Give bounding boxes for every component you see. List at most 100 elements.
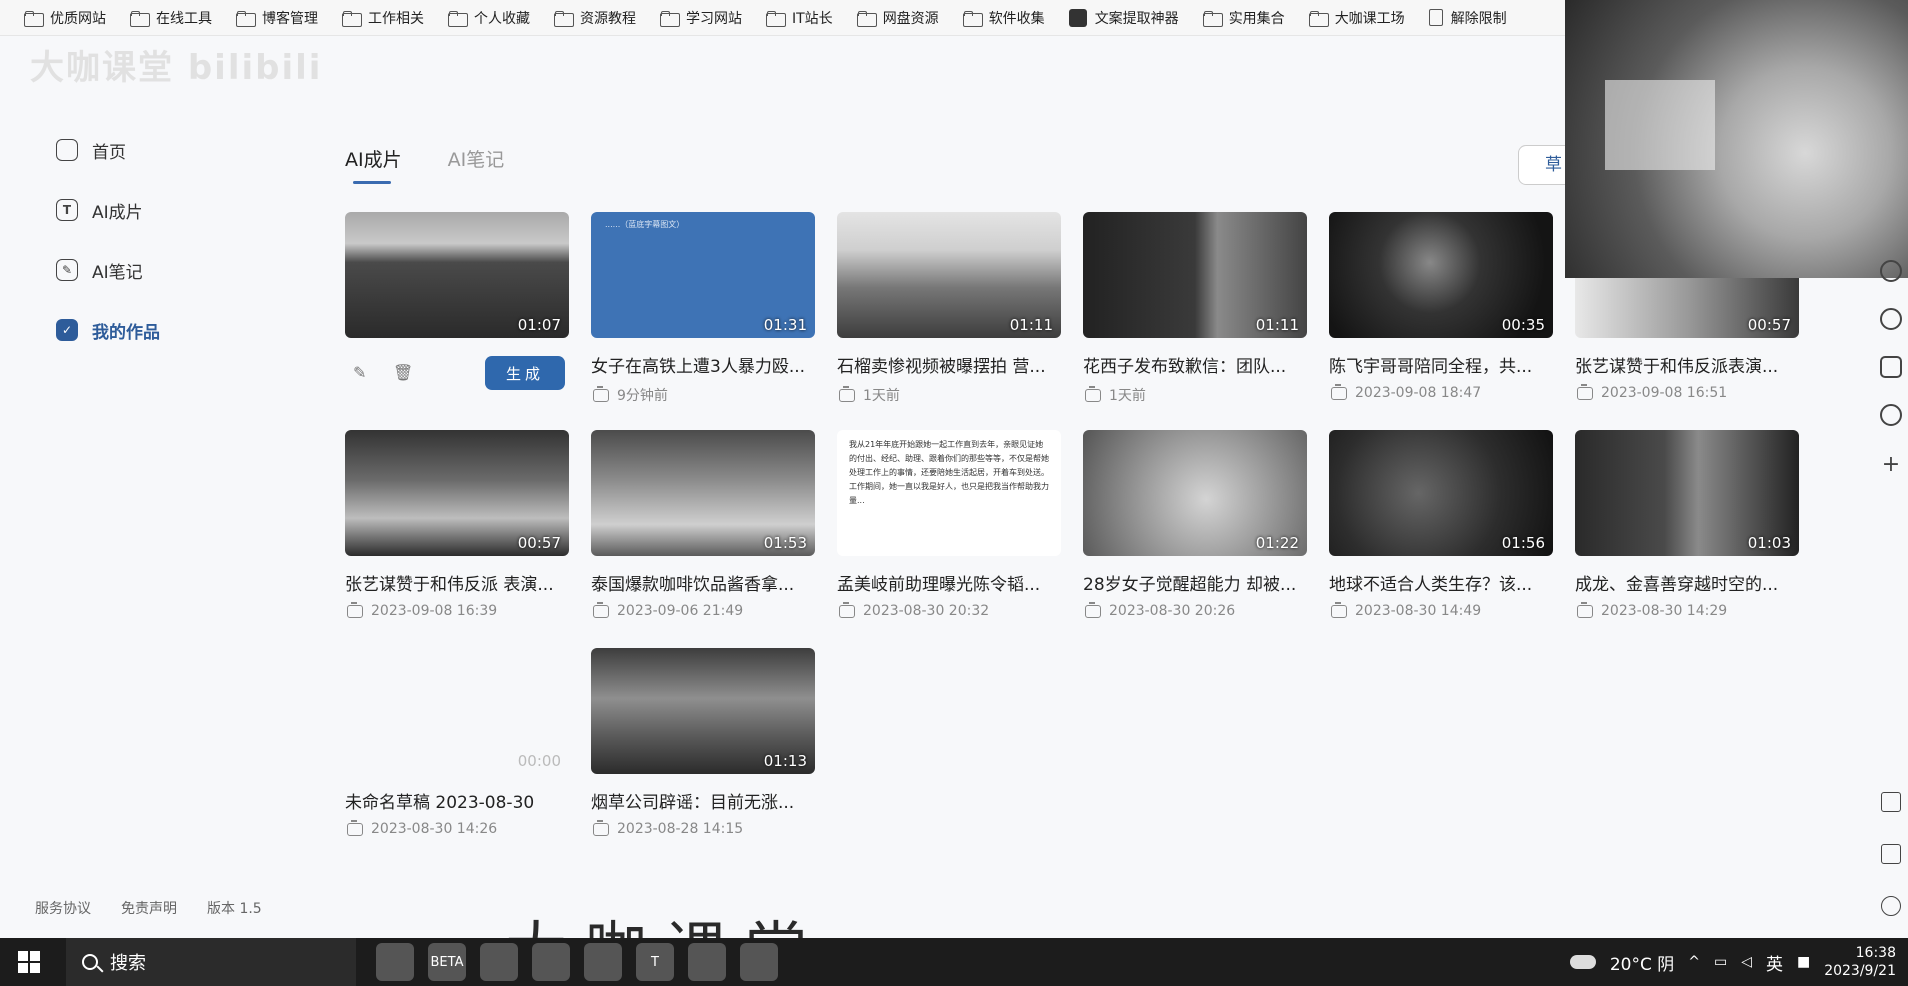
taskbar-app[interactable] [584, 943, 622, 981]
network-icon[interactable]: ▭ [1714, 954, 1727, 970]
generate-button[interactable]: 生成 [485, 356, 565, 390]
work-thumbnail[interactable]: 我从21年年底开始跟她一起工作直到去年，亲眼见证她的付出、经纪、助理、跟着你们的… [837, 430, 1061, 556]
work-thumbnail[interactable]: 00:57 [345, 430, 569, 556]
rail-ring-icon[interactable] [1880, 260, 1902, 282]
sidebar-item[interactable]: ✓ 我的作品 [40, 300, 280, 360]
work-card[interactable]: 01:11 石榴卖惨视频被曝摆拍 营... 1天前 [837, 212, 1061, 430]
work-title[interactable]: 28岁女子觉醒超能力 却被... [1083, 570, 1307, 595]
taskbar-app[interactable] [532, 943, 570, 981]
sidebar-item[interactable]: T AI成片 [40, 180, 280, 240]
edit-icon[interactable]: ✎ [353, 364, 371, 382]
work-thumbnail[interactable]: 01:56 [1329, 430, 1553, 556]
work-thumbnail[interactable]: 00:00 [345, 648, 569, 774]
rail-circle-icon[interactable] [1880, 308, 1902, 330]
taskbar-app[interactable] [376, 943, 414, 981]
work-card[interactable]: 01:13 烟草公司辟谣：目前无涨... 2023-08-28 14:15 [591, 648, 815, 866]
work-title[interactable]: 泰国爆款咖啡饮品酱香拿... [591, 570, 815, 595]
taskbar-app[interactable]: BETA [428, 943, 466, 981]
ime-indicator[interactable]: 英 [1766, 950, 1783, 975]
bookmark-item[interactable]: 资源教程 [544, 4, 646, 32]
work-card[interactable]: 01:53 泰国爆款咖啡饮品酱香拿... 2023-09-06 21:49 [591, 430, 815, 648]
work-title[interactable]: 孟美岐前助理曝光陈令韬... [837, 570, 1061, 595]
trash-icon[interactable]: 🗑 [393, 364, 413, 382]
work-title[interactable]: 石榴卖惨视频被曝摆拍 营... [837, 352, 1061, 377]
work-title[interactable]: 陈飞宇哥哥陪同全程，共... [1329, 352, 1553, 377]
sidebar-item[interactable]: 首页 [40, 120, 280, 180]
tray-chevron-icon[interactable]: ^ [1688, 954, 1700, 970]
work-thumbnail[interactable]: 01:03 [1575, 430, 1799, 556]
settings-icon[interactable] [1881, 896, 1901, 916]
bookmark-item[interactable]: 学习网站 [650, 4, 752, 32]
taskbar-app[interactable] [740, 943, 778, 981]
work-title[interactable]: 女子在高铁上遭3人暴力殴... [591, 352, 815, 377]
work-thumbnail[interactable]: 01:53 [591, 430, 815, 556]
bookmark-item[interactable]: 网盘资源 [847, 4, 949, 32]
work-title[interactable]: 张艺谋赞于和伟反派表演... [1575, 352, 1799, 377]
screenshot-icon[interactable] [1881, 792, 1901, 812]
clock-time: 16:38 [1855, 945, 1896, 961]
work-thumbnail[interactable]: 00:35 [1329, 212, 1553, 338]
taskbar-app[interactable]: T [636, 943, 674, 981]
bookmark-item[interactable]: IT站长 [756, 4, 843, 32]
work-timestamp: 2023-08-30 14:49 [1355, 603, 1482, 619]
volume-icon[interactable]: ◁ [1741, 954, 1752, 970]
work-card[interactable]: ......（蓝底字幕图文） 01:31 女子在高铁上遭3人暴力殴... 9分钟前 [591, 212, 815, 430]
work-thumbnail[interactable]: 01:11 [1083, 212, 1307, 338]
work-thumbnail[interactable]: ......（蓝底字幕图文） 01:31 [591, 212, 815, 338]
work-title[interactable]: 地球不适合人类生存？该... [1329, 570, 1553, 595]
windows-start-icon[interactable] [18, 951, 40, 973]
work-card[interactable]: 00:00 未命名草稿 2023-08-30 2023-08-30 14:26 [345, 648, 569, 866]
work-title[interactable]: 烟草公司辟谣：目前无涨... [591, 788, 815, 813]
bookmark-item[interactable]: 实用集合 [1193, 4, 1295, 32]
bookmark-item[interactable]: 文案提取神器 [1059, 4, 1189, 32]
tab-ai-film[interactable]: AI成片 [345, 145, 402, 184]
work-card[interactable]: 01:22 28岁女子觉醒超能力 却被... 2023-08-30 20:26 [1083, 430, 1307, 648]
work-thumbnail[interactable]: 01:07 [345, 212, 569, 338]
ime-app-icon[interactable]: ■ [1797, 954, 1810, 970]
taskbar-search[interactable]: 搜索 [66, 938, 356, 986]
bookmark-item[interactable]: 博客管理 [226, 4, 328, 32]
work-card[interactable]: 00:35 陈飞宇哥哥陪同全程，共... 2023-09-08 18:47 [1329, 212, 1553, 430]
sidebar-item[interactable]: ✎ AI笔记 [40, 240, 280, 300]
bookmark-item[interactable]: 个人收藏 [438, 4, 540, 32]
bookmark-item[interactable]: 大咖课工场 [1299, 4, 1415, 32]
bookmark-item[interactable]: 在线工具 [120, 4, 222, 32]
open-external-icon[interactable] [1881, 844, 1901, 864]
bookmark-item[interactable]: 解除限制 [1419, 4, 1517, 32]
rail-add-icon[interactable]: + [1874, 452, 1908, 477]
duration-label: 00:35 [1501, 316, 1545, 334]
rail-game-icon[interactable] [1880, 356, 1902, 378]
work-thumbnail[interactable]: 01:22 [1083, 430, 1307, 556]
sidebar-item-label: 首页 [92, 142, 126, 163]
work-thumbnail[interactable]: 01:13 [591, 648, 815, 774]
clock-date: 2023/9/21 [1824, 963, 1896, 979]
taskbar-app[interactable] [688, 943, 726, 981]
folder-icon [962, 10, 983, 27]
weather-text[interactable]: 20°C 阴 [1610, 950, 1674, 975]
card-actions: ✎ 🗑 生成 [345, 356, 569, 390]
taskbar-app[interactable] [480, 943, 518, 981]
work-title[interactable]: 花西子发布致歉信：团队... [1083, 352, 1307, 377]
work-meta: 1天前 [837, 385, 1061, 405]
bookmark-item[interactable]: 优质网站 [14, 4, 116, 32]
work-card[interactable]: 我从21年年底开始跟她一起工作直到去年，亲眼见证她的付出、经纪、助理、跟着你们的… [837, 430, 1061, 648]
work-card[interactable]: 01:03 成龙、金喜善穿越时空的... 2023-08-30 14:29 [1575, 430, 1799, 648]
clock[interactable]: 16:38 2023/9/21 [1824, 944, 1896, 980]
bookmark-item[interactable]: 工作相关 [332, 4, 434, 32]
disclaimer-link[interactable]: 免责声明 [121, 898, 177, 918]
duration-label: 01:03 [1747, 534, 1791, 552]
work-card[interactable]: 01:11 花西子发布致歉信：团队... 1天前 [1083, 212, 1307, 430]
work-title[interactable]: 未命名草稿 2023-08-30 [345, 788, 569, 813]
work-title[interactable]: 张艺谋赞于和伟反派 表演... [345, 570, 569, 595]
bookmark-item[interactable]: 软件收集 [953, 4, 1055, 32]
work-card[interactable]: 01:56 地球不适合人类生存？该... 2023-08-30 14:49 [1329, 430, 1553, 648]
rail-gear-flower-icon[interactable] [1880, 404, 1902, 426]
tab-ai-notes[interactable]: AI笔记 [448, 145, 505, 184]
work-meta: 2023-09-08 16:51 [1575, 383, 1799, 401]
work-title[interactable]: 成龙、金喜善穿越时空的... [1575, 570, 1799, 595]
video-clip-icon [1577, 383, 1593, 400]
terms-link[interactable]: 服务协议 [35, 898, 91, 918]
work-card[interactable]: 01:07 ✎ 🗑 生成 [345, 212, 569, 430]
work-card[interactable]: 00:57 张艺谋赞于和伟反派 表演... 2023-09-08 16:39 [345, 430, 569, 648]
work-thumbnail[interactable]: 01:11 [837, 212, 1061, 338]
